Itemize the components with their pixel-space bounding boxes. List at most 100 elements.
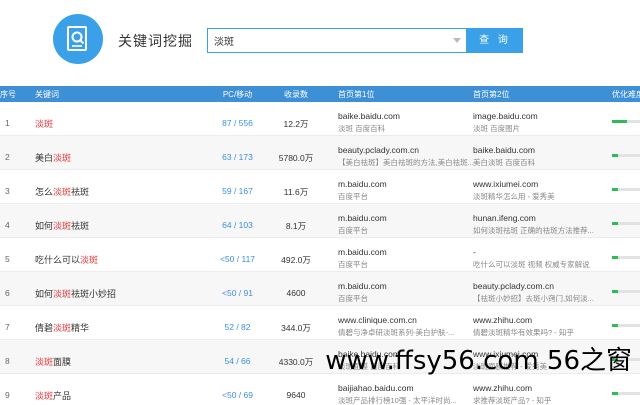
difficulty-bar <box>612 392 640 395</box>
row-volume: 8.1万 <box>285 221 307 231</box>
row-rank2-url[interactable]: www.ixiumei.com <box>473 179 538 189</box>
row-pc-mobile[interactable]: 52 / 82 <box>205 322 270 332</box>
row-pc-mobile[interactable]: <50 / 91 <box>205 288 270 298</box>
table-row: 2 美白淡斑 63 / 173 5780.0万 beauty.pclady.co… <box>0 136 640 170</box>
col-rank2: 首页第2位 <box>473 90 510 99</box>
row-rank1-desc: 百度平台 <box>338 192 368 201</box>
row-pc-mobile[interactable]: <50 / 117 <box>205 254 270 264</box>
col-rank1: 首页第1位 <box>338 90 375 99</box>
row-rank2-url[interactable]: www.zhihu.com <box>473 383 532 393</box>
row-rank1-url[interactable]: beauty.pclady.com.cn <box>338 145 419 155</box>
difficulty-bar <box>612 256 640 259</box>
watermark: www.ffsy56.com 56之窗 <box>325 346 632 376</box>
row-volume: 5780.0万 <box>278 153 314 163</box>
col-index: 序号 <box>0 90 16 99</box>
row-rank2-desc: 倩碧淡斑精华有效果吗? - 知乎 <box>473 328 574 337</box>
difficulty-bar <box>612 222 640 225</box>
row-index: 4 <box>5 220 10 230</box>
search-document-icon <box>67 26 87 51</box>
row-index: 1 <box>5 118 10 128</box>
row-rank2-desc: 美白淡斑 百度百科 <box>473 158 536 167</box>
row-keyword[interactable]: 淡斑产品 <box>35 389 71 402</box>
search-button[interactable]: 查 询 <box>467 28 523 53</box>
app-logo <box>53 14 103 64</box>
table-row: 3 怎么淡斑祛斑 59 / 167 11.6万 m.baidu.com 百度平台… <box>0 170 640 204</box>
row-rank1-url[interactable]: baike.baidu.com <box>338 111 400 121</box>
row-keyword[interactable]: 如何淡斑祛斑 <box>35 219 89 232</box>
row-volume: 344.0万 <box>281 323 311 333</box>
row-index: 6 <box>5 288 10 298</box>
table-row: 7 倩碧淡斑精华 52 / 82 344.0万 www.clinique.com… <box>0 306 640 340</box>
row-rank1-url[interactable]: m.baidu.com <box>338 281 387 291</box>
col-keyword: 关键词 <box>35 90 59 99</box>
row-rank2-desc: 【祛斑小妙招】去斑小窍门,如何淡... <box>473 294 594 303</box>
row-pc-mobile[interactable]: 64 / 103 <box>205 220 270 230</box>
row-pc-mobile[interactable]: 54 / 66 <box>205 356 270 366</box>
chevron-down-icon[interactable] <box>453 38 461 43</box>
row-rank2-url[interactable]: baike.baidu.com <box>473 145 535 155</box>
row-index: 3 <box>5 186 10 196</box>
difficulty-bar <box>612 120 640 123</box>
row-keyword[interactable]: 淡斑面膜 <box>35 355 71 368</box>
table-header: 序号 关键词 PC/移动 收录数 首页第1位 首页第2位 优化难度 <box>0 86 640 102</box>
row-pc-mobile[interactable]: 59 / 167 <box>205 186 270 196</box>
row-rank2-desc: 如何淡斑祛斑 正确的祛斑方法推荐... <box>473 226 594 235</box>
row-rank1-url[interactable]: www.clinique.com.cn <box>338 315 417 325</box>
row-rank1-url[interactable]: m.baidu.com <box>338 213 387 223</box>
row-volume: 9640 <box>286 390 306 400</box>
row-rank2-desc: 求推荐淡斑产品? - 知乎 <box>473 396 552 405</box>
row-rank1-desc: 百度平台 <box>338 294 368 303</box>
row-rank2-desc: 淡斑 百度图片 <box>473 124 521 133</box>
row-rank1-desc: 淡斑 百度百科 <box>338 124 386 133</box>
row-index: 9 <box>5 390 10 400</box>
col-difficulty: 优化难度 <box>612 90 640 99</box>
table-row: 6 如何淡斑祛斑小妙招 <50 / 91 4600 m.baidu.com 百度… <box>0 272 640 306</box>
row-index: 5 <box>5 254 10 264</box>
row-keyword[interactable]: 倩碧淡斑精华 <box>35 321 89 334</box>
row-rank1-desc: 淡斑产品排行榜10强 - 太平洋时尚... <box>338 396 457 405</box>
difficulty-bar <box>612 290 640 293</box>
col-volume: 收录数 <box>284 90 308 99</box>
row-volume: 4330.0万 <box>278 357 314 367</box>
row-rank1-url[interactable]: m.baidu.com <box>338 247 387 257</box>
row-rank1-desc: 百度平台 <box>338 260 368 269</box>
page-title: 关键词挖掘 <box>118 33 193 49</box>
difficulty-bar <box>612 188 640 191</box>
row-pc-mobile[interactable]: <50 / 69 <box>205 390 270 400</box>
row-rank2-url[interactable]: beauty.pclady.com.cn <box>473 281 554 291</box>
search-box[interactable] <box>207 28 467 53</box>
table-row: 9 淡斑产品 <50 / 69 9640 baijiahao.baidu.com… <box>0 374 640 405</box>
search-input[interactable] <box>208 29 453 52</box>
row-rank2-desc: 淡斑精华怎么用 - 爱秀美 <box>473 192 555 201</box>
row-index: 8 <box>5 356 10 366</box>
row-rank1-desc: 倩碧与净卓研淡斑系列-美白护肤-... <box>338 328 455 337</box>
row-rank1-url[interactable]: m.baidu.com <box>338 179 387 189</box>
row-volume: 11.6万 <box>283 187 309 197</box>
row-index: 2 <box>5 152 10 162</box>
row-rank2-url[interactable]: - <box>473 247 476 257</box>
row-keyword[interactable]: 怎么淡斑祛斑 <box>35 185 89 198</box>
top-bar: 关键词挖掘 查 询 <box>0 0 640 86</box>
row-volume: 492.0万 <box>281 255 311 265</box>
row-rank2-url[interactable]: image.baidu.com <box>473 111 538 121</box>
row-pc-mobile[interactable]: 87 / 556 <box>205 118 270 128</box>
col-pc-mobile: PC/移动 <box>222 90 253 99</box>
row-keyword[interactable]: 美白淡斑 <box>35 151 71 164</box>
table-row: 4 如何淡斑祛斑 64 / 103 8.1万 m.baidu.com 百度平台 … <box>0 204 640 238</box>
difficulty-bar <box>612 154 640 157</box>
row-rank1-url[interactable]: baijiahao.baidu.com <box>338 383 414 393</box>
row-index: 7 <box>5 322 10 332</box>
row-keyword[interactable]: 吃什么可以淡斑 <box>35 253 98 266</box>
difficulty-bar <box>612 324 640 327</box>
row-rank2-url[interactable]: hunan.ifeng.com <box>473 213 536 223</box>
row-volume: 12.2万 <box>283 119 309 129</box>
table-row: 1 淡斑 87 / 556 12.2万 baike.baidu.com 淡斑 百… <box>0 102 640 136</box>
row-keyword[interactable]: 淡斑 <box>35 117 53 130</box>
row-keyword[interactable]: 如何淡斑祛斑小妙招 <box>35 287 116 300</box>
row-pc-mobile[interactable]: 63 / 173 <box>205 152 270 162</box>
row-rank2-url[interactable]: www.zhihu.com <box>473 315 532 325</box>
row-rank1-desc: 百度平台 <box>338 226 368 235</box>
row-volume: 4600 <box>286 288 306 298</box>
row-rank1-desc: 【美白祛斑】美白祛斑的方法,美白祛斑... <box>338 158 474 167</box>
table-row: 5 吃什么可以淡斑 <50 / 117 492.0万 m.baidu.com 百… <box>0 238 640 272</box>
